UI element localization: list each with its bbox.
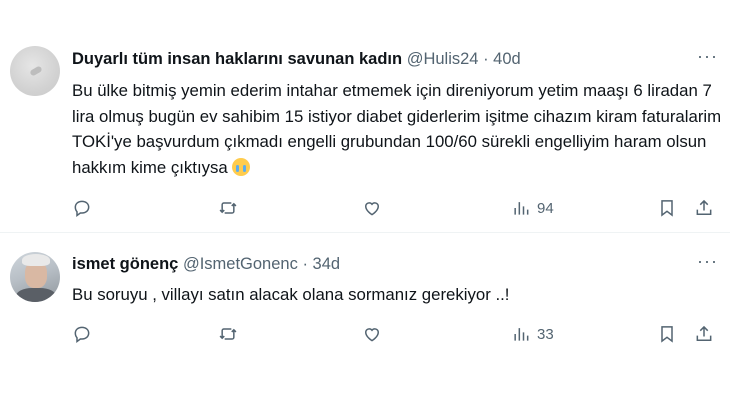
tweet-actions: 94 (72, 196, 722, 220)
reply-button[interactable] (72, 322, 92, 346)
more-icon[interactable]: ··· (697, 46, 718, 67)
retweet-icon (219, 202, 237, 214)
bookmark-button[interactable] (657, 322, 677, 346)
bookmark-icon (661, 326, 673, 343)
like-button[interactable] (362, 322, 382, 346)
reply-icon (74, 326, 90, 343)
reply-icon (74, 200, 90, 217)
share-icon (696, 199, 712, 215)
views-button[interactable]: 94 (511, 196, 554, 220)
views-icon (514, 202, 529, 215)
share-icon (696, 325, 712, 341)
avatar[interactable] (10, 252, 60, 302)
views-count: 33 (537, 325, 554, 343)
tweet[interactable]: Duyarlı tüm insan haklarını savunan kadı… (0, 26, 730, 232)
retweet-icon (219, 328, 237, 340)
user-handle[interactable]: @Hulis24 (407, 50, 479, 68)
tweet-text-content: Bu soruyu , villayı satın alacak olana s… (72, 285, 510, 304)
avatar-placeholder (29, 65, 43, 77)
tweet-text-content: Bu ülke bitmiş yemin ederim intahar etme… (72, 81, 722, 177)
more-icon[interactable]: ··· (697, 251, 718, 272)
like-icon (364, 328, 380, 342)
bookmark-button[interactable] (657, 196, 677, 220)
timestamp[interactable]: 34d (313, 255, 341, 273)
like-button[interactable] (362, 196, 382, 220)
retweet-button[interactable] (218, 196, 238, 220)
retweet-button[interactable] (218, 322, 238, 346)
display-name[interactable]: Duyarlı tüm insan haklarını savunan kadı… (72, 50, 402, 68)
tweet-header: Duyarlı tüm insan haklarını savunan kadı… (72, 50, 521, 69)
like-icon (364, 202, 380, 216)
avatar-shirt (16, 288, 56, 302)
share-button[interactable] (694, 196, 714, 220)
separator-dot: · (483, 50, 489, 68)
display-name[interactable]: ismet gönenç (72, 255, 178, 273)
reply-button[interactable] (72, 196, 92, 220)
bookmark-icon (661, 200, 673, 217)
tweet-header: ismet gönenç @IsmetGonenc · 34d (72, 255, 340, 274)
tweet-text: Bu ülke bitmiş yemin ederim intahar etme… (72, 78, 722, 180)
avatar[interactable] (10, 46, 60, 96)
tweet-divider (0, 232, 730, 233)
separator-dot: · (302, 255, 308, 273)
share-button[interactable] (694, 322, 714, 346)
views-icon (514, 328, 529, 341)
user-handle[interactable]: @IsmetGonenc (183, 255, 298, 273)
tweet-actions: 33 (72, 322, 722, 346)
timestamp[interactable]: 40d (493, 50, 521, 68)
tweet[interactable]: ismet gönenç @IsmetGonenc · 34d ··· Bu s… (0, 248, 730, 360)
views-button[interactable]: 33 (511, 322, 554, 346)
tweet-text: Bu soruyu , villayı satın alacak olana s… (72, 282, 722, 308)
loudly-crying-face-emoji (231, 157, 250, 176)
views-count: 94 (537, 199, 554, 217)
avatar-hair (22, 254, 50, 266)
